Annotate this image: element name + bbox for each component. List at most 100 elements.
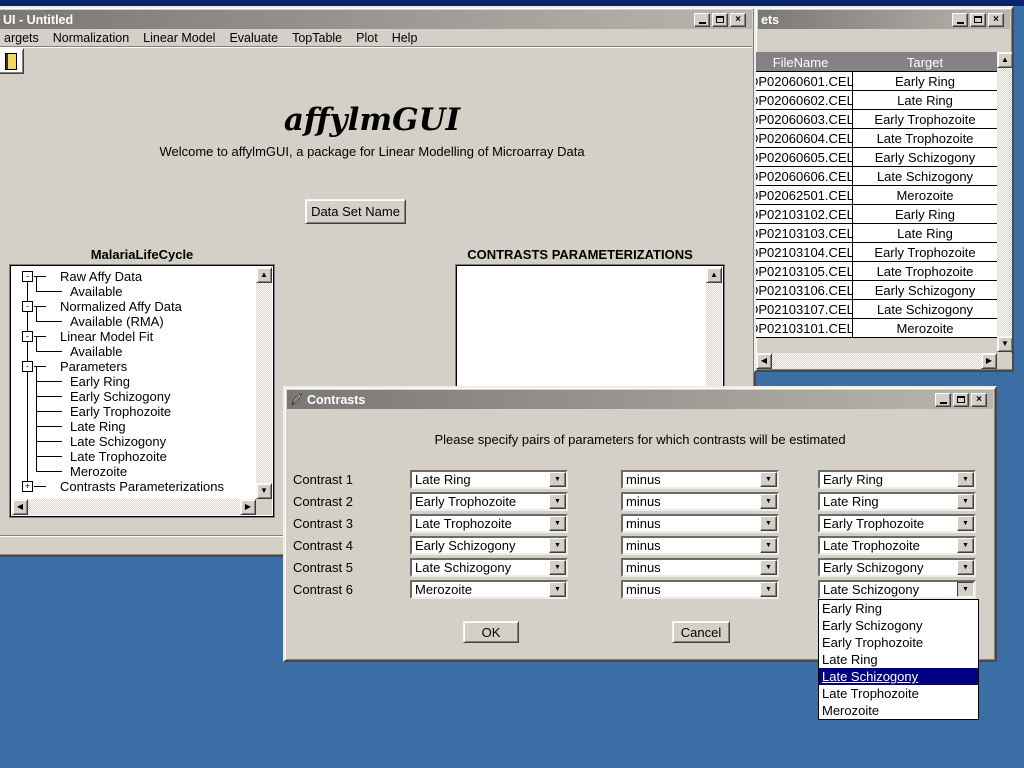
menu-item[interactable]: Normalization [53, 31, 129, 45]
menu-item[interactable]: Help [392, 31, 418, 45]
contrast-right-combobox[interactable]: Late Ring ▼ [818, 492, 976, 511]
table-row[interactable]: DP02103105.CEL Late Trophozoite [754, 262, 998, 281]
tree-node-label[interactable]: Linear Model Fit [60, 329, 153, 344]
filename-cell[interactable]: DP02103106.CEL [754, 281, 853, 300]
scroll-right-icon[interactable]: ▶ [240, 499, 256, 515]
filename-cell[interactable]: DP02060604.CEL [754, 129, 853, 148]
tree-leaf-label[interactable]: Available [70, 284, 123, 299]
scroll-up-icon[interactable]: ▲ [997, 52, 1013, 68]
chevron-down-icon[interactable]: ▼ [549, 472, 566, 487]
scroll-down-icon[interactable]: ▼ [256, 483, 272, 499]
dropdown-option[interactable]: Merozoite [819, 702, 978, 719]
tree-leaf-label[interactable]: Early Trophozoite [70, 404, 171, 419]
tree-leaf-label[interactable]: Late Ring [70, 419, 126, 434]
tree-node-label[interactable]: Raw Affy Data [60, 269, 142, 284]
target-cell[interactable]: Early Ring [853, 205, 998, 224]
scrollbar-track[interactable] [772, 353, 981, 369]
filename-cell[interactable]: DP02103107.CEL [754, 300, 853, 319]
scrollbar-track[interactable] [28, 499, 240, 515]
tree-leaf-label[interactable]: Late Trophozoite [70, 449, 167, 464]
menu-item[interactable]: TopTable [292, 31, 342, 45]
scroll-up-icon[interactable]: ▲ [706, 267, 722, 283]
target-cell[interactable]: Late Trophozoite [853, 262, 998, 281]
collapse-icon[interactable]: - [22, 271, 33, 282]
minimize-button[interactable] [952, 13, 968, 27]
tree-leaf-label[interactable]: Merozoite [70, 464, 127, 479]
table-row[interactable]: DP02060601.CEL Early Ring [754, 72, 998, 91]
tree-leaf-label[interactable]: Early Schizogony [70, 389, 170, 404]
chevron-down-icon[interactable]: ▼ [957, 582, 974, 597]
collapse-icon[interactable]: - [22, 331, 33, 342]
table-row[interactable]: DP02103106.CEL Early Schizogony [754, 281, 998, 300]
chevron-down-icon[interactable]: ▼ [760, 516, 777, 531]
menu-item[interactable]: Linear Model [143, 31, 215, 45]
scroll-down-icon[interactable]: ▼ [997, 336, 1013, 352]
close-button[interactable]: × [988, 13, 1004, 27]
contrast-right-combobox[interactable]: Late Schizogony ▼ [818, 580, 976, 599]
scroll-right-icon[interactable]: ▶ [981, 353, 997, 369]
expand-icon[interactable]: + [22, 481, 33, 492]
menu-item[interactable]: Evaluate [229, 31, 278, 45]
tree-leaf[interactable]: Available (RMA) [13, 314, 255, 329]
target-cell[interactable]: Early Schizogony [853, 148, 998, 167]
maximize-button[interactable] [953, 393, 969, 407]
tree-leaf-label[interactable]: Available [70, 344, 123, 359]
cancel-button[interactable]: Cancel [672, 621, 730, 643]
target-cell[interactable]: Merozoite [853, 319, 998, 338]
chevron-down-icon[interactable]: ▼ [549, 582, 566, 597]
tree-node-contrasts-parameterizations[interactable]: + Contrasts Parameterizations [13, 479, 255, 494]
scroll-up-icon[interactable]: ▲ [256, 267, 272, 283]
target-cell[interactable]: Early Trophozoite [853, 243, 998, 262]
chevron-down-icon[interactable]: ▼ [957, 538, 974, 553]
chevron-down-icon[interactable]: ▼ [760, 494, 777, 509]
filename-cell[interactable]: DP02103105.CEL [754, 262, 853, 281]
dropdown-option[interactable]: Early Schizogony [819, 617, 978, 634]
chevron-down-icon[interactable]: ▼ [760, 538, 777, 553]
contrast-operator-combobox[interactable]: minus ▼ [621, 536, 779, 555]
ok-button[interactable]: OK [463, 621, 519, 643]
close-button[interactable]: × [971, 393, 987, 407]
filename-cell[interactable]: DP02103103.CEL [754, 224, 853, 243]
dropdown-option[interactable]: Late Ring [819, 651, 978, 668]
tree-leaf[interactable]: Available [13, 344, 255, 359]
tree-leaf-label[interactable]: Late Schizogony [70, 434, 166, 449]
scroll-left-icon[interactable]: ◀ [756, 353, 772, 369]
contrast-left-combobox[interactable]: Early Schizogony ▼ [410, 536, 568, 555]
dropdown-option[interactable]: Late Trophozoite [819, 685, 978, 702]
contrast-operator-combobox[interactable]: minus ▼ [621, 514, 779, 533]
menu-item[interactable]: Plot [356, 31, 378, 45]
tree-leaf[interactable]: Merozoite [13, 464, 255, 479]
collapse-icon[interactable]: - [22, 301, 33, 312]
scrollbar-track[interactable] [997, 68, 1013, 336]
scrollbar-track[interactable] [256, 283, 272, 483]
main-window-titlebar[interactable]: UI - Untitled × [0, 10, 752, 29]
contrast-operator-combobox[interactable]: minus ▼ [621, 492, 779, 511]
contrast-right-combobox[interactable]: Early Schizogony ▼ [818, 558, 976, 577]
filename-cell[interactable]: DP02062501.CEL [754, 186, 853, 205]
table-row[interactable]: DP02060605.CEL Early Schizogony [754, 148, 998, 167]
contrast-left-combobox[interactable]: Late Trophozoite ▼ [410, 514, 568, 533]
contrast-left-combobox[interactable]: Late Schizogony ▼ [410, 558, 568, 577]
targets-vertical-scrollbar[interactable]: ▲ ▼ [997, 52, 1013, 352]
tree-node-label[interactable]: Parameters [60, 359, 127, 374]
contrast-operator-combobox[interactable]: minus ▼ [621, 580, 779, 599]
chevron-down-icon[interactable]: ▼ [957, 472, 974, 487]
tree-horizontal-scrollbar[interactable]: ◀ ▶ [12, 499, 256, 515]
contrast-right-combobox[interactable]: Early Ring ▼ [818, 470, 976, 489]
chevron-down-icon[interactable]: ▼ [549, 494, 566, 509]
scroll-left-icon[interactable]: ◀ [12, 499, 28, 515]
target-cell[interactable]: Early Schizogony [853, 281, 998, 300]
targets-horizontal-scrollbar[interactable]: ◀ ▶ [756, 353, 997, 369]
table-row[interactable]: DP02103102.CEL Early Ring [754, 205, 998, 224]
contrasts-dialog-titlebar[interactable]: Contrasts × [287, 390, 993, 409]
filename-cell[interactable]: DP02103101.CEL [754, 319, 853, 338]
table-row[interactable]: DP02060606.CEL Late Schizogony [754, 167, 998, 186]
filename-cell[interactable]: DP02060601.CEL [754, 72, 853, 91]
table-row[interactable]: DP02060604.CEL Late Trophozoite [754, 129, 998, 148]
contrast-right-combobox[interactable]: Early Trophozoite ▼ [818, 514, 976, 533]
dropdown-option[interactable]: Late Schizogony [819, 668, 978, 685]
targets-window-titlebar[interactable]: ets × [758, 10, 1010, 29]
contrast-right-combobox[interactable]: Late Trophozoite ▼ [818, 536, 976, 555]
minimize-button[interactable] [694, 13, 710, 27]
table-row[interactable]: DP02060603.CEL Early Trophozoite [754, 110, 998, 129]
